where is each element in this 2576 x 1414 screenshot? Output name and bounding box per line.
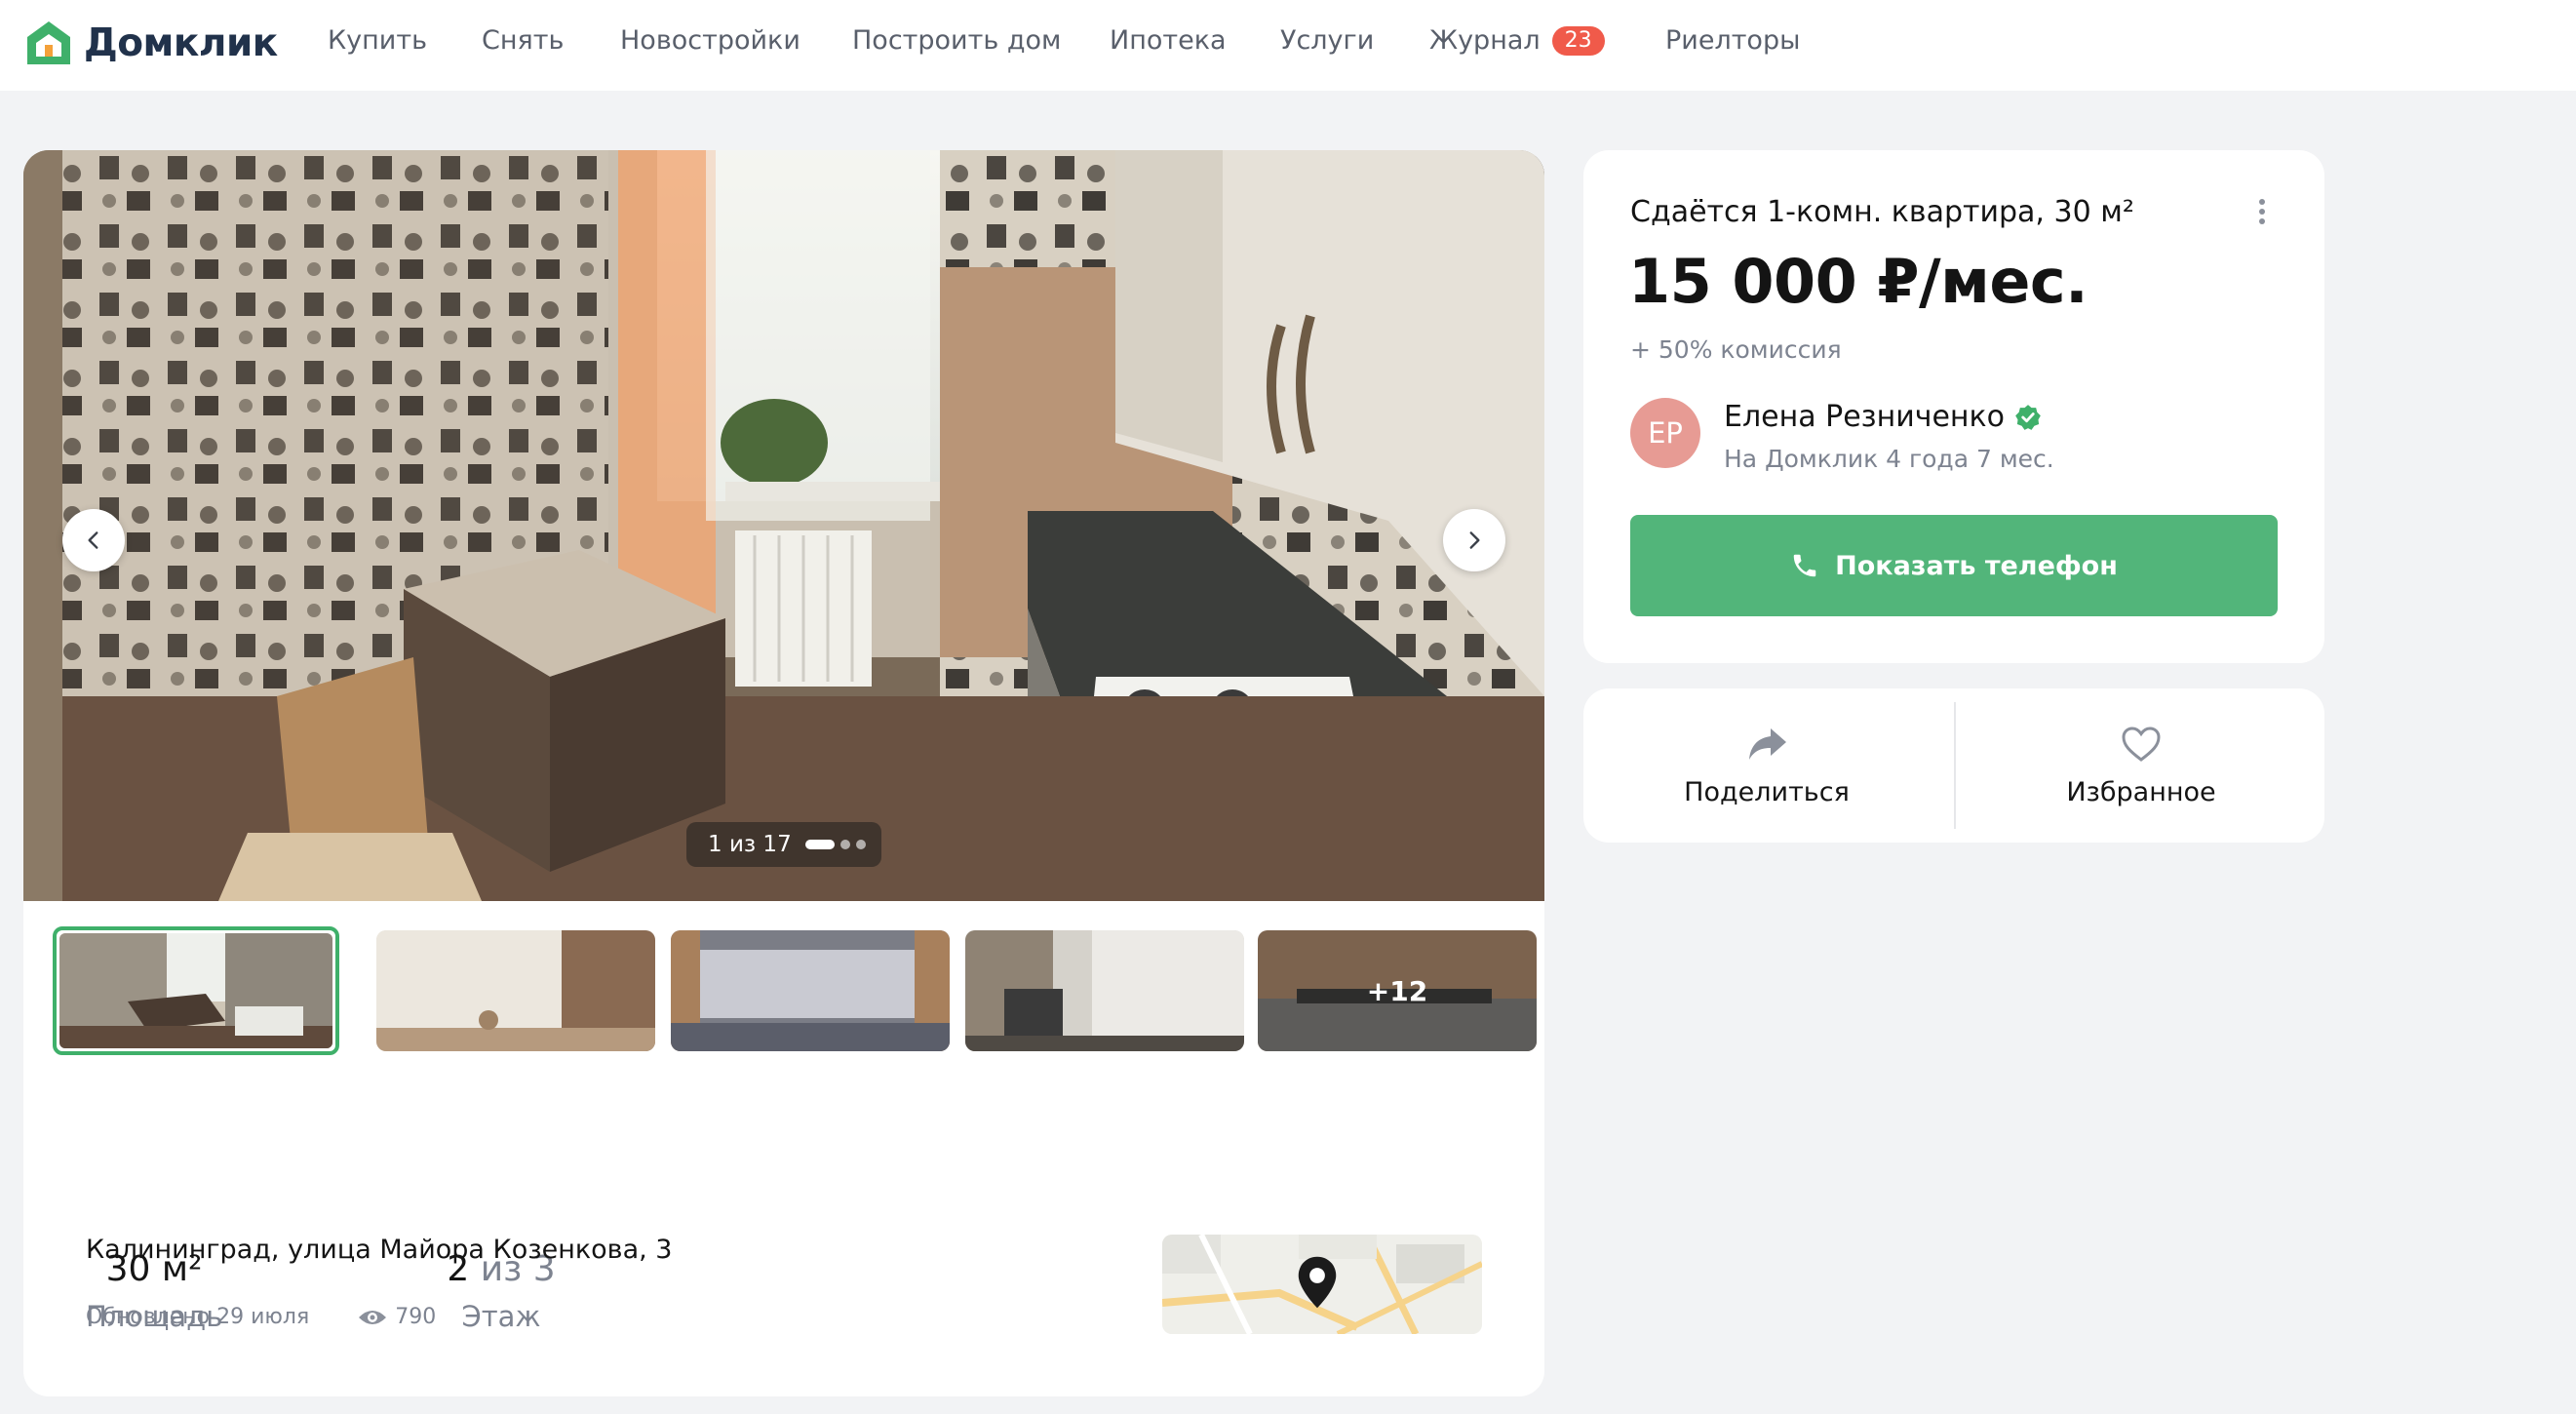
phone-icon (1793, 554, 1816, 577)
photo-pagination-dots (804, 840, 872, 849)
thumbnail-image (59, 933, 332, 1048)
thumbnail-5[interactable]: +12 (1258, 930, 1537, 1051)
floor-label: Этаж (461, 1300, 541, 1333)
nav-services[interactable]: Услуги (1280, 22, 1374, 59)
nav-journal-label: Журнал (1429, 25, 1541, 56)
pagination-dot (855, 840, 866, 849)
journal-count-badge: 23 (1551, 26, 1605, 56)
more-photos-overlay: +12 (1258, 930, 1537, 1051)
listing-address: Калининград, улица Майора Козенкова, 3 (86, 1235, 673, 1265)
show-phone-label: Показать телефон (1835, 550, 2118, 581)
prev-photo-button[interactable] (62, 509, 125, 571)
updated-date: Обновлено 29 июля (86, 1305, 310, 1329)
map-pin-icon (1298, 1256, 1337, 1309)
agent-name-text: Елена Резниченко (1724, 400, 2006, 434)
favorite-button[interactable]: Избранное (1958, 688, 2324, 843)
more-options-icon[interactable] (2256, 197, 2268, 226)
offer-commission: + 50% комиссия (1630, 335, 1842, 364)
heart-icon (2122, 726, 2161, 762)
nav-build-house[interactable]: Построить дом (852, 22, 1061, 59)
thumbnail-image (671, 930, 950, 1051)
thumbnail-image (376, 930, 655, 1051)
eye-icon (359, 1310, 387, 1324)
nav-buy[interactable]: Купить (328, 22, 427, 59)
share-button[interactable]: Поделиться (1583, 688, 1950, 843)
offer-title: Сдаётся 1-комн. квартира, 30 м² (1630, 195, 2134, 229)
thumbnail-4[interactable] (965, 930, 1244, 1051)
listing-gallery: 1 из 17 +12 30 м² Площадь 2 из 3 Этаж Ка… (23, 150, 1544, 1396)
thumbnail-image (965, 930, 1244, 1051)
share-label: Поделиться (1684, 776, 1850, 807)
nav-new-buildings[interactable]: Новостройки (620, 22, 800, 59)
chevron-left-icon (88, 531, 98, 549)
agent-name[interactable]: Елена Резниченко (1724, 400, 2042, 434)
nav-journal[interactable]: Журнал 23 (1429, 22, 1605, 59)
share-icon (1749, 727, 1786, 760)
logo[interactable]: Домклик (21, 14, 278, 72)
thumbnail-3[interactable] (671, 930, 950, 1051)
verified-badge-icon (2015, 404, 2041, 430)
agent-tenure: На Домклик 4 года 7 мес. (1724, 445, 2054, 473)
top-header: Домклик Купить Снять Новостройки Построи… (0, 0, 2576, 91)
views-count: 790 (358, 1305, 436, 1329)
thumbnail-strip: +12 (53, 926, 1537, 1055)
show-phone-button[interactable]: Показать телефон (1630, 515, 2278, 616)
pagination-dot (839, 840, 850, 849)
actions-card: Поделиться Избранное (1583, 688, 2324, 843)
views-number: 790 (395, 1305, 437, 1329)
favorite-label: Избранное (2066, 776, 2216, 807)
offer-card: Сдаётся 1-комн. квартира, 30 м² 15 000 ₽… (1583, 150, 2324, 663)
main-photo[interactable] (23, 150, 1544, 901)
nav-mortgage[interactable]: Ипотека (1110, 22, 1227, 59)
chevron-right-icon (1469, 531, 1480, 549)
next-photo-button[interactable] (1443, 509, 1505, 571)
photo-counter: 1 из 17 (686, 822, 881, 867)
photo-counter-text: 1 из 17 (708, 832, 792, 857)
thumbnail-2[interactable] (376, 930, 655, 1051)
nav-rent[interactable]: Снять (482, 22, 564, 59)
actions-divider (1954, 702, 1956, 829)
thumbnail-1[interactable] (53, 926, 339, 1055)
domclick-logo-icon (27, 21, 70, 64)
thumbnail-image: +12 (1258, 930, 1537, 1051)
kitchen-photo-illustration (23, 150, 1544, 901)
agent-avatar[interactable]: ЕР (1630, 398, 1700, 468)
pagination-dot-active (804, 840, 835, 849)
offer-price: 15 000 ₽/мес. (1628, 246, 2088, 317)
nav-realtors[interactable]: Риелторы (1665, 22, 1800, 59)
logo-text: Домклик (84, 20, 278, 65)
listing-meta: Обновлено 29 июля 790 (86, 1305, 436, 1329)
map-preview[interactable] (1162, 1235, 1482, 1334)
